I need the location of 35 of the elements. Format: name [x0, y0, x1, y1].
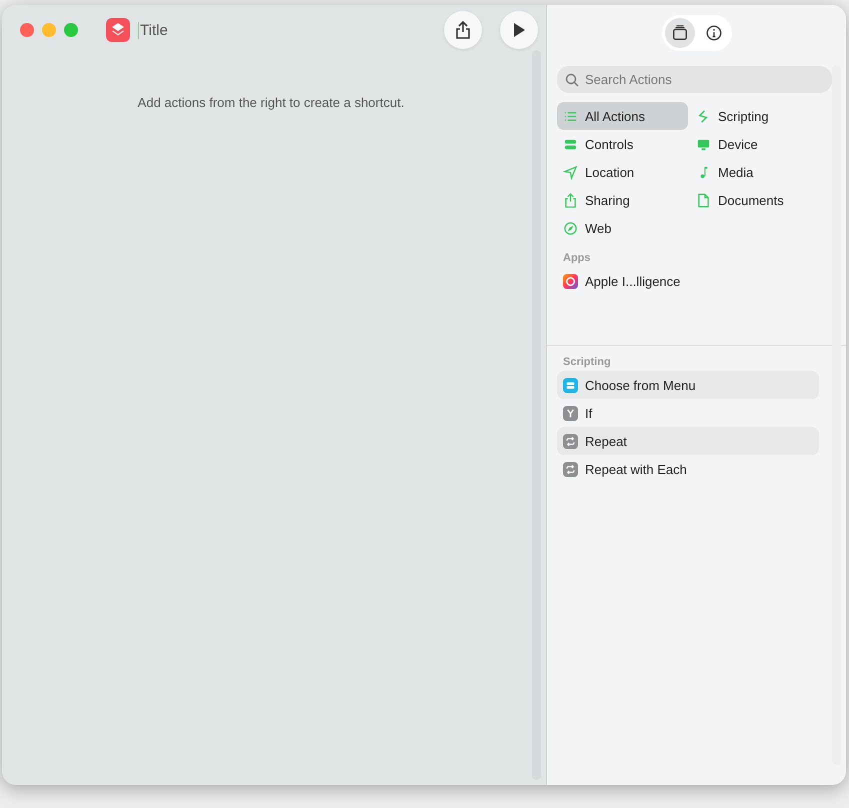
zoom-button[interactable]	[64, 23, 78, 37]
app-item[interactable]: Apple I...lligence	[557, 267, 819, 295]
info-icon	[704, 23, 722, 43]
web-icon	[563, 220, 578, 236]
layers-icon	[106, 18, 130, 42]
action-item[interactable]: Repeat with Each	[557, 455, 819, 483]
action-item[interactable]: If	[557, 399, 819, 427]
documents-icon	[696, 192, 711, 208]
play-icon	[511, 22, 527, 38]
category-item[interactable]: Sharing	[557, 186, 688, 214]
minimize-button[interactable]	[42, 23, 56, 37]
search-field[interactable]: Search Actions	[557, 66, 832, 93]
section-heading: Apps	[563, 252, 592, 264]
category-item[interactable]: Device	[690, 130, 821, 158]
app-icon	[563, 274, 578, 288]
action-item[interactable]: Repeat	[557, 427, 819, 455]
title-field[interactable]: Title	[138, 22, 168, 38]
sharing-icon	[563, 192, 578, 208]
category-item[interactable]: Location	[557, 158, 688, 186]
location-icon	[563, 164, 578, 180]
close-button[interactable]	[20, 23, 34, 37]
section-heading: Scripting	[563, 356, 612, 368]
category-item[interactable]: Scripting	[690, 102, 821, 130]
category-item[interactable]: Media	[690, 158, 821, 186]
category-item[interactable]: Documents	[690, 186, 821, 214]
share-button[interactable]	[444, 11, 482, 49]
window-stack-icon	[670, 23, 688, 43]
share-icon	[454, 20, 472, 40]
category-item[interactable]: Web	[557, 214, 688, 242]
category-item[interactable]: Controls	[557, 130, 688, 158]
action-item[interactable]: Choose from Menu	[557, 371, 819, 399]
play-button[interactable]	[500, 11, 538, 49]
empty-hint: Add actions from the right to create a shortcut.	[136, 95, 406, 110]
library-tab[interactable]	[664, 18, 694, 48]
category-item[interactable]: All Actions	[557, 102, 688, 130]
